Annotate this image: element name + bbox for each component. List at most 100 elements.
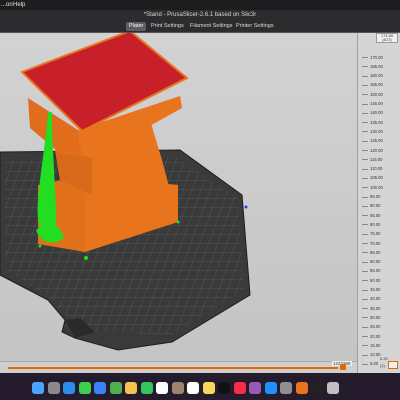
tick-label: 95.00 <box>370 194 381 199</box>
tick-mark <box>362 57 368 58</box>
tick-label: 170.00 <box>370 54 383 60</box>
tick-label: 15.00 <box>370 342 381 348</box>
tick-mark <box>362 205 368 207</box>
tick-mark <box>362 289 368 291</box>
layer-bottom-index: (1) <box>380 363 385 368</box>
bed-origin-marker <box>244 205 248 209</box>
tick-label: 60.00 <box>370 259 381 265</box>
notes-icon[interactable] <box>202 382 215 394</box>
calendar-icon[interactable] <box>156 382 168 394</box>
prusaslicer-icon[interactable] <box>295 382 308 394</box>
tick-label: 105.00 <box>370 175 383 181</box>
launchpad-icon[interactable] <box>47 382 60 394</box>
tick-mark <box>362 233 368 235</box>
photos-icon[interactable] <box>125 382 137 394</box>
tick-label: 130.00 <box>370 128 383 134</box>
tick-mark <box>362 66 368 68</box>
tick-mark <box>362 280 368 282</box>
tick-label: 165.00 <box>370 63 383 69</box>
tick-label: 10.00 <box>370 352 381 358</box>
maps-icon[interactable] <box>109 382 122 394</box>
tick-label: 155.00 <box>370 82 383 88</box>
tick-mark <box>362 215 368 217</box>
tick-label: 110.00 <box>370 166 383 172</box>
settings-icon[interactable] <box>280 382 292 394</box>
tick-mark <box>362 159 368 161</box>
window-title: *Stand - PrusaSlicer-2.6.1 based on Slic… <box>0 10 400 21</box>
trash-icon[interactable] <box>326 382 339 394</box>
tick-mark <box>362 336 368 337</box>
tv-icon[interactable] <box>218 382 230 394</box>
tick-mark <box>362 224 368 226</box>
tick-mark <box>362 103 368 105</box>
tick-mark <box>362 363 368 365</box>
3d-viewport[interactable] <box>0 33 357 373</box>
podcasts-icon[interactable] <box>249 382 261 394</box>
tick-label: 35.00 <box>370 305 381 311</box>
tick-mark <box>362 326 368 328</box>
terminal-icon[interactable] <box>311 382 323 394</box>
tick-label: 80.00 <box>370 221 381 227</box>
tick-label: 70.00 <box>370 240 381 246</box>
tick-mark <box>362 140 368 142</box>
tick-label: 150.00 <box>370 91 383 97</box>
menu-item-partial[interactable]: ...on <box>1 0 13 10</box>
tick-label: 75.00 <box>370 231 381 237</box>
tick-label: 100.00 <box>370 184 383 190</box>
contacts-icon[interactable] <box>171 382 184 394</box>
layer-slider-top-handle[interactable]: 174.60 (872) <box>376 33 398 43</box>
tick-label: 40.00 <box>370 296 381 302</box>
tick-mark <box>362 308 368 310</box>
tab-print-settings[interactable]: Print Settings <box>148 22 187 31</box>
tick-mark <box>362 177 368 179</box>
mail-icon[interactable] <box>94 382 106 394</box>
tick-label: 115.00 <box>370 156 383 162</box>
tick-mark <box>362 150 368 151</box>
tick-label: 90.00 <box>370 203 381 209</box>
tab-filament-settings[interactable]: Filament Settings <box>187 22 236 31</box>
tick-label: 85.00 <box>370 212 381 218</box>
move-slider-track <box>8 367 338 369</box>
layer-slider-bottom-handle[interactable] <box>388 361 398 369</box>
support-contact-point <box>84 256 88 260</box>
tab-bar: Plater Print Settings Filament Settings … <box>0 21 400 33</box>
tick-label: 145.00 <box>370 101 383 106</box>
tick-mark <box>362 261 368 263</box>
music-icon[interactable] <box>233 382 246 394</box>
tick-mark <box>362 168 368 170</box>
tick-mark <box>362 317 368 319</box>
messages-icon[interactable] <box>78 382 91 394</box>
tick-mark <box>362 75 368 77</box>
layer-slider[interactable]: 174.60 (872) 170.00 165.00 160.00 155.00 150… <box>357 33 400 373</box>
tick-mark <box>362 112 368 114</box>
finder-icon[interactable] <box>32 382 44 394</box>
tick-mark <box>362 187 368 189</box>
safari-icon[interactable] <box>63 382 75 394</box>
tick-mark <box>362 298 368 300</box>
tick-label: 140.00 <box>370 110 383 116</box>
layer-bottom-value: 0.20 <box>380 356 388 361</box>
facetime-icon[interactable] <box>140 382 153 394</box>
tick-label: 55.00 <box>370 268 381 274</box>
tick-mark <box>362 252 368 254</box>
menu-bar: ...on Help <box>0 0 400 10</box>
tab-plater[interactable]: Plater <box>126 22 147 31</box>
tick-label: 50.00 <box>370 277 381 283</box>
tick-label: 45.00 <box>370 287 381 292</box>
appstore-icon[interactable] <box>264 382 277 394</box>
dock <box>0 373 400 400</box>
menu-item-help[interactable]: Help <box>13 0 25 10</box>
move-slider-knob[interactable] <box>340 364 346 370</box>
tab-printer-settings[interactable]: Printer Settings <box>233 22 277 31</box>
tick-mark <box>362 354 368 356</box>
3d-scene[interactable] <box>0 33 357 373</box>
tick-label: 5.00 <box>370 361 379 367</box>
tick-mark <box>362 84 368 86</box>
tick-label: 20.00 <box>370 333 381 339</box>
tick-mark <box>362 196 368 198</box>
tick-mark <box>362 131 368 133</box>
reminders-icon[interactable] <box>187 382 199 394</box>
support-contact-point <box>38 244 42 248</box>
layer-top-index: (872) <box>382 37 392 42</box>
tick-label: 25.00 <box>370 324 381 330</box>
